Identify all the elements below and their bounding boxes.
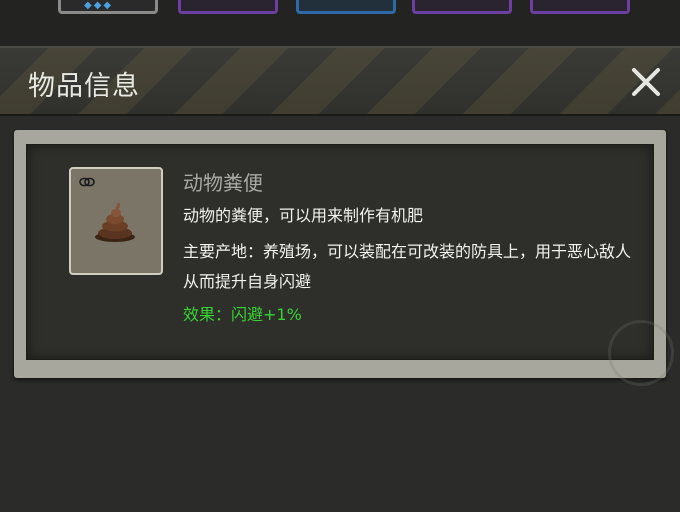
background-slot <box>296 0 396 14</box>
background-slot <box>530 0 630 14</box>
background-emblem <box>608 320 674 386</box>
item-effect: 效果：闪避+1% <box>183 305 302 324</box>
item-icon-frame[interactable] <box>69 167 163 275</box>
manure-icon <box>95 203 135 242</box>
dialog-header: 物品信息 <box>0 48 680 116</box>
close-button[interactable] <box>626 62 666 102</box>
item-detail-panel: 动物粪便 动物的粪便，可以用来制作有机肥 主要产地：养殖场，可以装配在可改装的防… <box>14 130 666 378</box>
item-description: 动物的粪便，可以用来制作有机肥 <box>183 206 424 225</box>
item-name: 动物粪便 <box>183 171 263 195</box>
link-icon <box>79 177 95 187</box>
item-info-dialog: 物品信息 动物粪便 动物的粪便，可以用来制作有机肥 主要产地：养殖场，可以装配在… <box>0 46 680 512</box>
dialog-title: 物品信息 <box>28 71 140 102</box>
item-origin-description: 主要产地：养殖场，可以装配在可改装的防具上，用于恶心敌人从而提升自身闪避 <box>183 242 632 291</box>
background-slot <box>412 0 512 14</box>
item-detail-content: 动物粪便 动物的粪便，可以用来制作有机肥 主要产地：养殖场，可以装配在可改装的防… <box>26 144 654 360</box>
close-icon <box>632 68 660 96</box>
background-gem-icons: ◆◆◆ <box>84 0 114 11</box>
background-slot <box>178 0 278 14</box>
